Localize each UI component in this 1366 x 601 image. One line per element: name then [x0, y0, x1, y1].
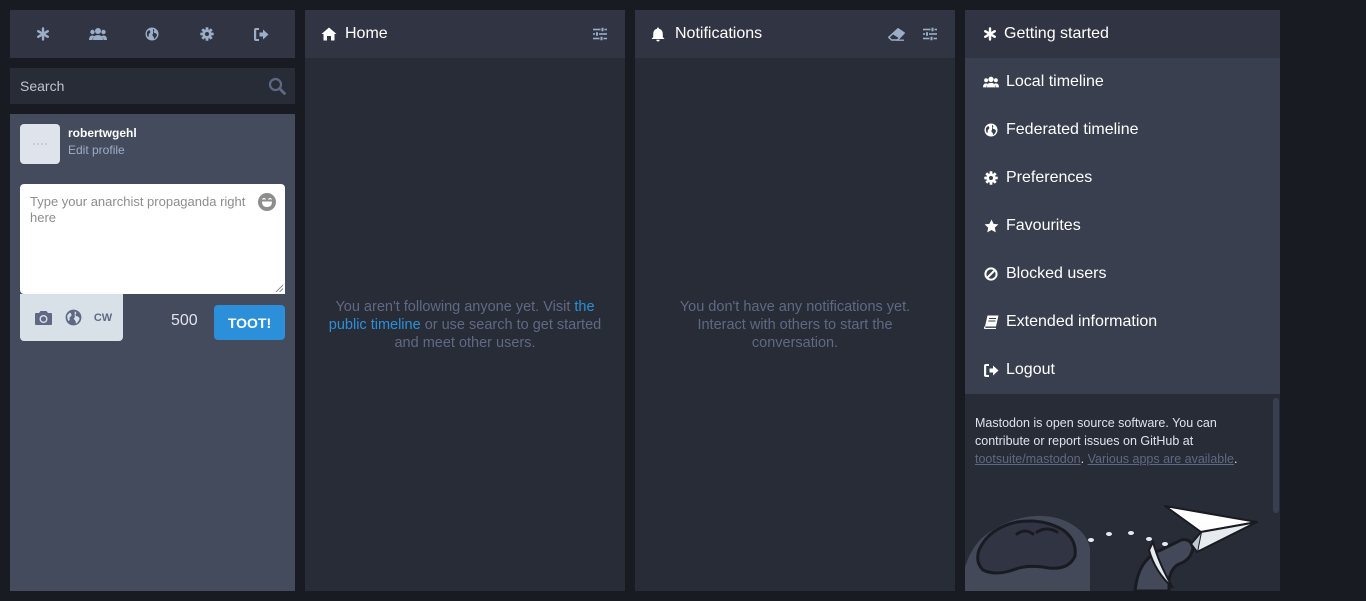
footer-text: Mastodon is open source software. You ca… [975, 416, 1217, 448]
column-settings-sliders-icon[interactable] [919, 23, 941, 45]
search-input[interactable] [10, 68, 259, 104]
home-icon [321, 27, 339, 41]
getting-started-header: Getting started [965, 10, 1280, 58]
menu-item-label: Preferences [1006, 169, 1093, 186]
drawer: robertwgehl Edit profile CW 500 [10, 10, 295, 591]
book-icon [983, 315, 999, 329]
getting-started-title: Getting started [1004, 25, 1109, 42]
globe-icon [983, 123, 999, 137]
menu-item-local-timeline[interactable]: Local timeline [965, 58, 1280, 106]
camera-icon[interactable] [32, 307, 54, 329]
menu-item-favourites[interactable]: Favourites [965, 202, 1280, 250]
gear-icon [983, 171, 999, 185]
menu-item-label: Logout [1006, 361, 1055, 378]
footer-separator: . [1080, 452, 1088, 466]
apps-link[interactable]: Various apps are available [1088, 452, 1234, 466]
menu-item-blocked-users[interactable]: Blocked users [965, 250, 1280, 298]
users-icon [983, 75, 999, 89]
column-settings-sliders-icon[interactable] [589, 23, 611, 45]
search-bar [10, 68, 295, 104]
compose-textarea[interactable] [20, 184, 285, 294]
emoji-picker-icon[interactable] [257, 192, 277, 212]
avatar[interactable] [20, 124, 60, 164]
getting-started-menu: Local timeline Federated timeline Prefer… [965, 58, 1280, 394]
menu-item-logout[interactable]: Logout [965, 346, 1280, 394]
privacy-globe-icon[interactable] [62, 307, 84, 329]
search-icon[interactable] [259, 68, 295, 104]
federated-timeline-globe-icon[interactable] [132, 14, 172, 54]
preferences-gear-icon[interactable] [187, 14, 227, 54]
home-empty-message: You aren't following anyone yet. Visit t… [325, 298, 605, 352]
local-timeline-users-icon[interactable] [78, 14, 118, 54]
clear-notifications-eraser-icon[interactable] [885, 23, 907, 45]
menu-item-label: Extended information [1006, 313, 1158, 330]
character-counter: 500 [171, 312, 198, 329]
menu-item-label: Local timeline [1006, 73, 1104, 90]
notifications-column: Notifications You don't have any notific… [635, 10, 955, 591]
mastodon-elephant-mascot [965, 492, 1272, 591]
content-warning-button[interactable]: CW [92, 307, 114, 329]
open-source-notice: Mastodon is open source software. You ca… [965, 394, 1272, 468]
bell-icon [651, 27, 669, 42]
menu-item-preferences[interactable]: Preferences [965, 154, 1280, 202]
home-empty-text-end: or use search to get started and meet ot… [394, 317, 602, 351]
getting-started-asterisk-icon[interactable] [23, 14, 63, 54]
scrollbar-thumb[interactable] [1273, 398, 1279, 513]
compose-form: robertwgehl Edit profile CW 500 [10, 114, 295, 591]
compose-textarea-wrapper [20, 184, 285, 294]
drawer-header [10, 10, 295, 58]
logout-sign-out-icon[interactable] [242, 14, 282, 54]
home-column-header[interactable]: Home [305, 10, 625, 58]
compose-buttons: CW [20, 294, 123, 341]
footer-end: . [1233, 452, 1238, 466]
home-empty-text: You aren't following anyone yet. Visit [335, 299, 575, 315]
notifications-column-header[interactable]: Notifications [635, 10, 955, 58]
cw-label: CW [93, 311, 113, 324]
notifications-empty-message: You don't have any notifications yet. In… [679, 299, 911, 351]
getting-started-column: Getting started Local timeline Federated… [965, 10, 1280, 591]
home-column: Home You aren't following anyone yet. Vi… [305, 10, 625, 591]
ban-icon [983, 267, 999, 281]
menu-item-label: Federated timeline [1006, 121, 1139, 138]
account-username[interactable]: robertwgehl [68, 125, 137, 141]
notifications-column-title: Notifications [675, 25, 763, 42]
toot-button[interactable]: TOOT! [214, 305, 285, 340]
menu-item-label: Favourites [1006, 217, 1081, 234]
menu-item-federated-timeline[interactable]: Federated timeline [965, 106, 1280, 154]
footer-scrollbar[interactable] [1272, 394, 1280, 591]
home-column-title: Home [345, 25, 388, 42]
star-icon [983, 219, 999, 233]
resize-grip-icon[interactable] [275, 284, 283, 292]
github-repo-link[interactable]: tootsuite/mastodon [975, 452, 1081, 466]
asterisk-icon [983, 27, 997, 41]
menu-item-label: Blocked users [1006, 265, 1107, 282]
navigation-bar: robertwgehl Edit profile [20, 124, 137, 164]
sign-out-icon [983, 363, 999, 377]
edit-profile-link[interactable]: Edit profile [68, 141, 137, 159]
menu-item-extended-information[interactable]: Extended information [965, 298, 1280, 346]
